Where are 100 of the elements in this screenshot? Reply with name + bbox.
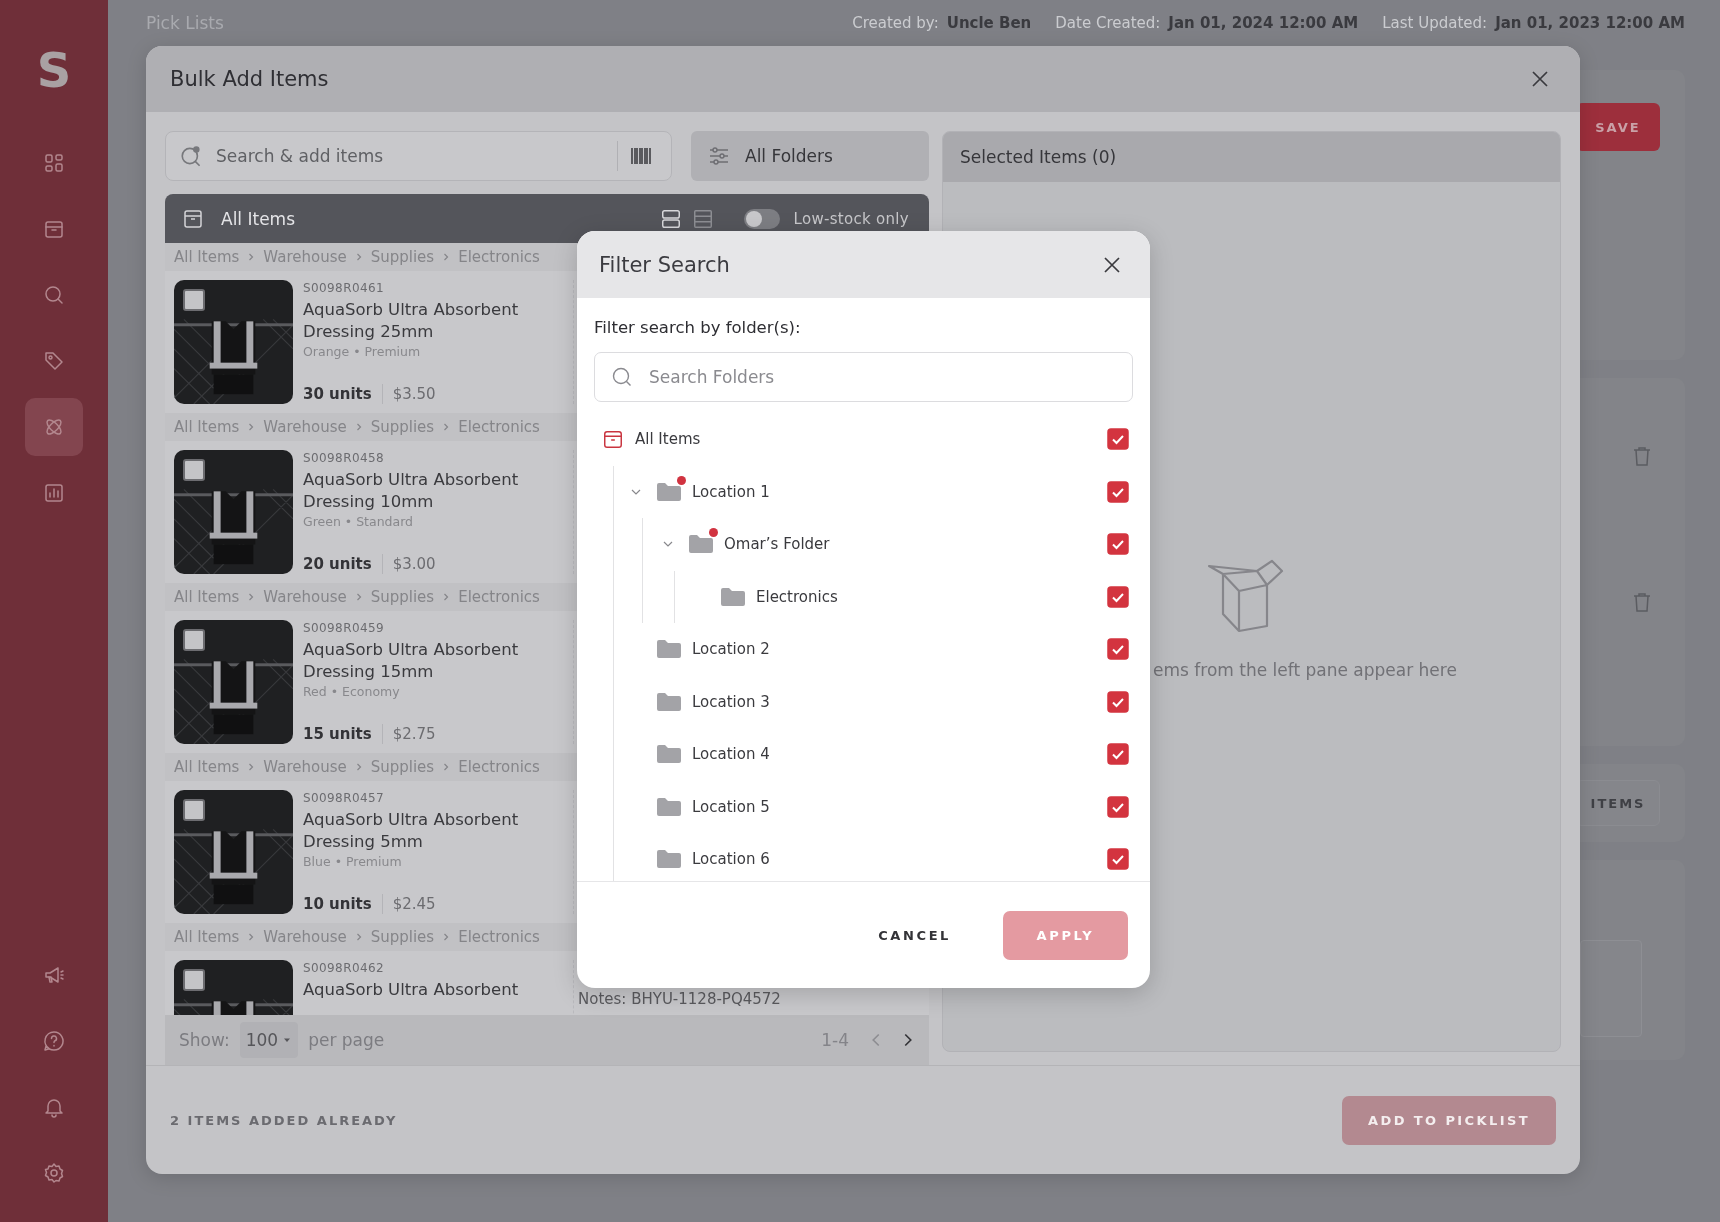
item-quantity: 15 units — [303, 725, 372, 743]
logo: S — [36, 41, 72, 100]
breadcrumb-link[interactable]: Warehouse — [263, 928, 347, 946]
folder-label[interactable]: Location 1 — [692, 482, 770, 501]
item-checkbox[interactable] — [183, 629, 205, 651]
folder-search-field[interactable]: Search Folders — [594, 352, 1133, 402]
item-name: AquaSorb Ultra Absorbent Dressing 5mm — [303, 809, 520, 853]
item-price: $3.50 — [392, 385, 436, 403]
folder-checkbox[interactable] — [1107, 743, 1129, 766]
items-added-note: 2 ITEMS ADDED ALREADY — [170, 1112, 398, 1128]
search-icon — [42, 283, 66, 307]
breadcrumb-link[interactable]: All Items — [174, 418, 240, 436]
notes-field[interactable] — [1580, 940, 1642, 1037]
card-view-icon[interactable] — [659, 207, 682, 230]
breadcrumb-link[interactable]: Electronics — [458, 248, 540, 266]
show-label: Show: — [179, 1030, 230, 1050]
folder-icon — [656, 691, 682, 712]
item-sku: S0098R0457 — [303, 790, 386, 807]
breadcrumb-link[interactable]: Warehouse — [263, 248, 347, 266]
item-quantity: 10 units — [303, 895, 372, 913]
meta-label: Created by: — [852, 14, 939, 32]
breadcrumb-link[interactable]: Warehouse — [263, 418, 347, 436]
help-icon — [42, 1029, 66, 1053]
breadcrumb-link[interactable]: All Items — [174, 588, 240, 606]
breadcrumb-link[interactable]: Supplies — [370, 418, 435, 436]
dialog-title: Bulk Add Items — [170, 67, 329, 91]
breadcrumb-link[interactable]: Supplies — [370, 588, 435, 606]
breadcrumb-link[interactable]: Supplies — [370, 758, 435, 776]
meta-value: Uncle Ben — [946, 14, 1032, 32]
box-icon — [602, 428, 624, 451]
item-quantity: 20 units — [303, 555, 372, 573]
toggle-label: Low-stock only — [793, 209, 909, 228]
breadcrumb-link[interactable]: Supplies — [370, 248, 435, 266]
meta-label: Date Created: — [1055, 14, 1161, 32]
folder-checkbox[interactable] — [1107, 690, 1129, 713]
breadcrumb-link[interactable]: Electronics — [458, 588, 540, 606]
item-name: AquaSorb Ultra Absorbent — [303, 979, 520, 1001]
item-notes: Notes: BHYU-1128-PQ4572 — [578, 990, 781, 1008]
item-variant: Red • Economy — [303, 683, 401, 701]
breadcrumb-link[interactable]: All Items — [174, 758, 240, 776]
dashboard-icon — [42, 151, 66, 175]
breadcrumb-link[interactable]: All Items — [174, 928, 240, 946]
folder-checkbox[interactable] — [1107, 795, 1129, 818]
folder-label[interactable]: Location 5 — [692, 797, 770, 816]
item-variant: Green • Standard — [303, 513, 415, 531]
folder-icon — [656, 796, 682, 817]
breadcrumb-link[interactable]: Electronics — [458, 758, 540, 776]
settings-icon — [42, 1161, 66, 1185]
barcode-icon[interactable] — [630, 146, 652, 166]
item-quantity: 30 units — [303, 385, 372, 403]
item-checkbox[interactable] — [183, 289, 205, 311]
breadcrumb-link[interactable]: Warehouse — [263, 588, 347, 606]
folder-label[interactable]: Location 3 — [692, 692, 770, 711]
item-sku: S0098R0461 — [303, 280, 386, 297]
item-checkbox[interactable] — [183, 799, 205, 821]
per-page-select[interactable]: 100 — [239, 1022, 299, 1058]
folder-icon — [656, 481, 682, 502]
tag-icon — [42, 349, 66, 373]
meta-value: Jan 01, 2024 12:00 AM — [1168, 14, 1359, 32]
breadcrumb-link[interactable]: Supplies — [370, 928, 435, 946]
item-checkbox[interactable] — [183, 459, 205, 481]
breadcrumb-link[interactable]: Warehouse — [263, 758, 347, 776]
folder-label[interactable]: Location 2 — [692, 640, 770, 659]
meta-label: Last Updated: — [1382, 14, 1488, 32]
folder-label[interactable]: Omar’s Folder — [724, 535, 830, 554]
filter-prompt: Filter search by folder(s): — [594, 317, 802, 339]
panel-title: Selected Items (0) — [960, 147, 1117, 167]
item-price: $3.00 — [392, 555, 436, 573]
folder-checkbox[interactable] — [1107, 480, 1129, 503]
item-price: $2.75 — [392, 725, 436, 743]
folder-label[interactable]: Electronics — [756, 587, 838, 606]
folder-icon — [656, 849, 682, 870]
folder-icon — [720, 586, 746, 607]
folder-checkbox[interactable] — [1107, 638, 1129, 661]
folder-icon — [656, 744, 682, 765]
item-variant: Orange • Premium — [303, 343, 422, 361]
folder-filter-button[interactable]: All Folders — [691, 131, 929, 181]
per-page-label: per page — [308, 1030, 385, 1050]
item-name: AquaSorb Ultra Absorbent Dressing 10mm — [303, 469, 520, 513]
nav-button[interactable] — [25, 398, 83, 456]
folder-checkbox[interactable] — [1107, 533, 1129, 556]
folder-icon — [656, 639, 682, 660]
item-name: AquaSorb Ultra Absorbent Dressing 25mm — [303, 299, 520, 343]
empty-state-text: ems from the left pane appear here — [1152, 660, 1458, 680]
folder-checkbox[interactable] — [1107, 585, 1129, 608]
low-stock-toggle[interactable] — [743, 208, 780, 229]
item-checkbox[interactable] — [183, 969, 205, 991]
search-field[interactable]: Search & add items — [165, 131, 672, 181]
folder-label[interactable]: Location 6 — [692, 850, 770, 869]
folder-checkbox[interactable] — [1107, 428, 1129, 451]
table-view-icon[interactable] — [691, 207, 714, 230]
folder-icon — [688, 534, 714, 555]
breadcrumb-link[interactable]: Electronics — [458, 928, 540, 946]
sliders-icon — [707, 144, 731, 168]
breadcrumb-link[interactable]: All Items — [174, 248, 240, 266]
folder-checkbox[interactable] — [1107, 848, 1129, 871]
item-name: AquaSorb Ultra Absorbent Dressing 15mm — [303, 639, 520, 683]
meta-value: Jan 01, 2023 12:00 AM — [1495, 14, 1685, 32]
item-sku: S0098R0459 — [303, 620, 386, 637]
breadcrumb-link[interactable]: Electronics — [458, 418, 540, 436]
